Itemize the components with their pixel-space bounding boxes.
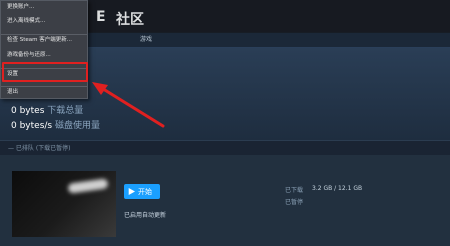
menu-item-exit[interactable]: 退出 [1, 86, 87, 97]
play-button[interactable]: 开始 [124, 184, 160, 199]
nav-item-partial[interactable]: E [96, 9, 106, 25]
download-queue: 开始 已启用自动更新 已下载 3.2 GB / 12.1 GB 已暂停 [0, 155, 450, 246]
disk-usage-stat: 0 bytes/s 磁盘使用量 [11, 118, 100, 131]
queue-header-label: — 已排队 (下载已暂停) [8, 145, 71, 152]
status-label: 已暂停 [285, 199, 304, 206]
total-download-label: 下载总量 [47, 106, 84, 116]
thumbnail-highlight [67, 178, 109, 194]
menu-item-backup-restore[interactable]: 游戏备份与还原... [1, 50, 87, 61]
settings-highlight-box [2, 62, 88, 82]
total-download-value: 0 bytes [11, 106, 45, 116]
menu-item-change-account[interactable]: 更换账户... [1, 2, 87, 13]
total-download-stat: 0 bytes 下载总量 [11, 103, 83, 116]
nav-item-community[interactable]: 社区 [116, 9, 144, 29]
disk-usage-label: 磁盘使用量 [54, 121, 100, 131]
play-icon [128, 188, 135, 195]
menu-item-check-updates[interactable]: 检查 Steam 客户端更新... [1, 34, 87, 45]
size-label: 已下载 [285, 187, 304, 194]
disk-usage-value: 0 bytes/s [11, 121, 53, 131]
queue-header[interactable]: — 已排队 (下载已暂停) [0, 140, 450, 155]
auto-update-note: 已启用自动更新 [124, 212, 167, 219]
size-value: 3.2 GB / 12.1 GB [312, 185, 363, 192]
play-button-label: 开始 [138, 187, 152, 196]
menu-item-offline-mode[interactable]: 进入离线模式... [1, 16, 87, 27]
game-thumbnail[interactable] [12, 171, 116, 237]
steam-menu: 更换账户... 进入离线模式... 检查 Steam 客户端更新... 游戏备份… [0, 0, 88, 99]
games-filter-label[interactable]: 游戏 [140, 34, 152, 43]
